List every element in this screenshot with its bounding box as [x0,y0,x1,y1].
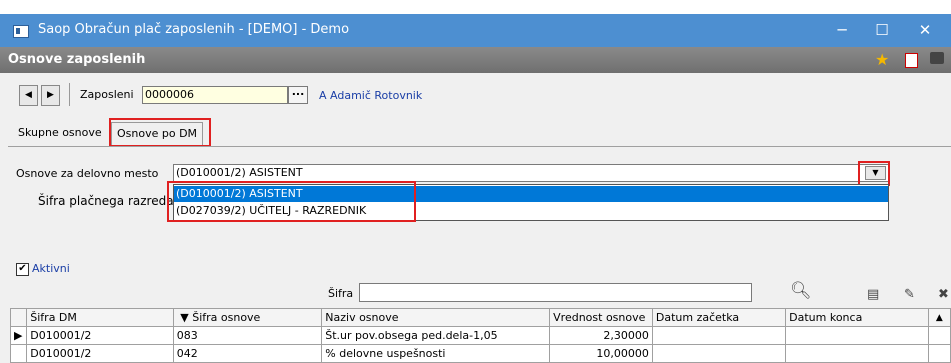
toolbar-separator [69,83,70,106]
cell[interactable] [785,344,929,363]
tab-panel-border [8,146,951,147]
sort-desc-icon: ▼ [180,311,189,324]
active-label: Aktivni [32,262,70,275]
arrow-left-icon: ◀ [25,90,32,100]
title-bar: Saop Obračun plač zaposlenih - [DEMO] - … [0,14,951,47]
edit-icon[interactable]: ✎ [904,287,915,302]
cell[interactable]: D010001/2 [26,326,174,345]
pay-class-label: Šifra plačnega razreda [38,194,174,208]
cell[interactable]: D010001/2 [26,344,174,363]
search-input[interactable] [359,283,752,302]
highlight-tab [109,118,211,147]
browse-button[interactable]: ... [288,86,308,104]
table-row[interactable]: D010001/2 042 % delovne uspešnosti 10,00… [9,344,951,363]
column-header[interactable]: Šifra DM [26,308,174,327]
highlight-options [167,181,416,222]
delete-icon[interactable]: ✖ [938,287,949,302]
cell[interactable]: Št.ur pov.obsega ped.dela-1,05 [321,326,551,345]
app-icon [13,25,29,38]
cell[interactable]: 2,30000 [549,326,653,345]
scrollbar-up[interactable]: ▲ [927,308,951,327]
new-record-icon[interactable]: ▤ [867,287,879,302]
next-record-button[interactable]: ▶ [41,85,60,106]
checkmark-icon: ✔ [18,263,27,274]
star-icon[interactable]: ★ [875,50,889,69]
maximize-button[interactable]: ☐ [862,18,902,42]
search-label: Šifra [328,287,354,300]
cell[interactable]: 042 [172,344,323,363]
workplace-label: Osnove za delovno mesto [16,167,159,180]
scrollbar-track[interactable] [927,326,951,345]
highlight-dropdown-button [858,161,890,186]
workplace-select[interactable]: (D010001/2) ASISTENT [173,164,889,182]
row-indicator [9,344,28,363]
table-header-row: Šifra DM ▼ Šifra osnove Naziv osnove Vre… [9,308,951,327]
employee-code-input[interactable]: 0000006 [142,86,288,104]
employee-name: A Adamič Rotovnik [319,89,423,102]
print-icon[interactable] [930,52,944,64]
column-header[interactable]: Datum začetka [651,308,787,327]
form-header: Osnove zaposlenih ★ [0,47,951,73]
bases-table: Šifra DM ▼ Šifra osnove Naziv osnove Vre… [9,308,951,363]
employee-label: Zaposleni [80,88,134,101]
close-button[interactable]: ✕ [905,18,945,42]
cell[interactable]: 083 [172,326,323,345]
pdf-icon[interactable] [905,53,918,68]
current-row-icon: ▶ [9,326,28,345]
form-title: Osnove zaposlenih [8,52,146,67]
cell[interactable] [651,326,787,345]
column-header-sorted[interactable]: ▼ Šifra osnove [172,308,323,327]
cell[interactable] [651,344,787,363]
search-icon[interactable]: 🔍︎ [790,281,812,301]
scrollbar-track[interactable] [927,344,951,363]
column-header[interactable]: Naziv osnove [321,308,551,327]
background-window-strip [0,0,951,14]
column-header[interactable]: Datum konca [785,308,929,327]
cell[interactable] [785,326,929,345]
column-header[interactable]: Vrednost osnove [549,308,653,327]
previous-record-button[interactable]: ◀ [19,85,38,106]
tab-skupne-osnove[interactable]: Skupne osnove [13,122,107,146]
minimize-button[interactable]: ─ [822,18,862,42]
window-title: Saop Obračun plač zaposlenih - [DEMO] - … [38,22,350,37]
row-indicator-header [9,308,28,327]
table-row[interactable]: ▶ D010001/2 083 Št.ur pov.obsega ped.del… [9,326,951,345]
cell[interactable]: 10,00000 [549,344,653,363]
arrow-right-icon: ▶ [47,90,54,100]
cell[interactable]: % delovne uspešnosti [321,344,551,363]
active-checkbox[interactable]: ✔ [16,263,29,276]
